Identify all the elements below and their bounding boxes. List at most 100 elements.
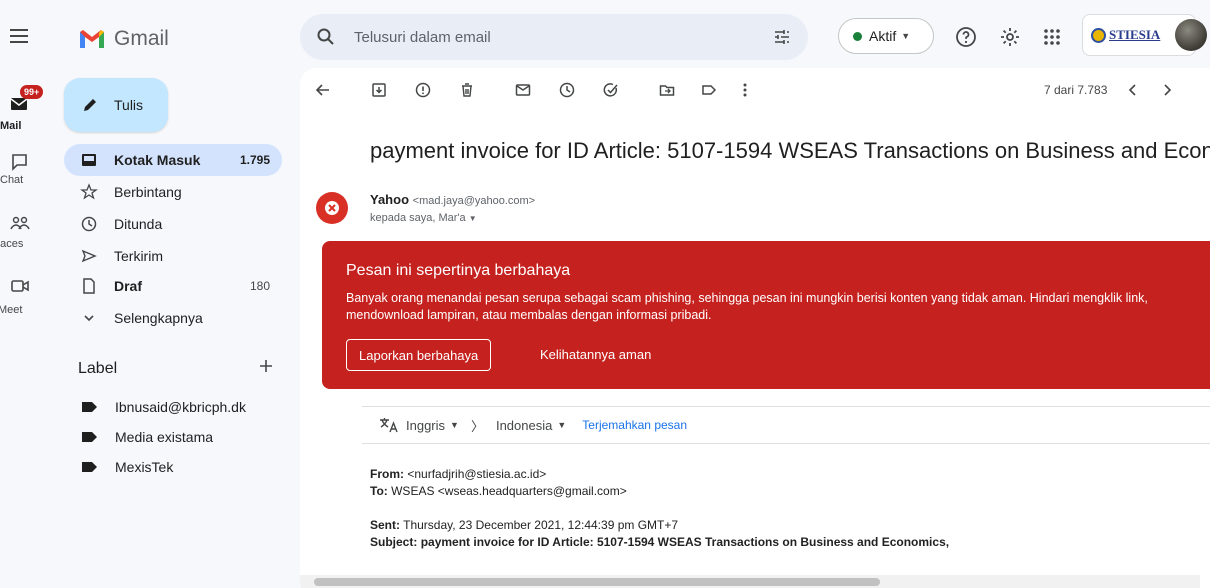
pencil-icon	[84, 99, 96, 111]
add-label-icon[interactable]	[258, 358, 274, 374]
sender-line: Yahoo <mad.jaya@yahoo.com>	[370, 192, 535, 207]
chevron-right-icon[interactable]	[1158, 81, 1176, 99]
warning-title: Pesan ini sepertinya berbahaya	[346, 262, 571, 279]
chat-icon	[9, 152, 31, 172]
target-language-select[interactable]: Indonesia	[496, 418, 552, 433]
apps-grid-icon[interactable]	[1040, 25, 1064, 49]
rail-chat[interactable]: Chat	[0, 152, 44, 192]
report-spam-icon[interactable]	[414, 81, 432, 99]
spaces-icon	[9, 214, 31, 234]
nav-item-sent[interactable]: Terkirim	[64, 240, 282, 272]
to-value: WSEAS <wseas.headquarters@gmail.com>	[391, 484, 627, 498]
meet-icon	[9, 276, 31, 296]
label-tag-icon	[82, 462, 97, 472]
logo-text: Gmail	[114, 27, 169, 50]
close-circle-icon	[325, 201, 339, 215]
gmail-logo[interactable]: Gmail	[78, 24, 169, 54]
app-rail: Mail 99+ Chat paces Meet	[0, 0, 44, 588]
horizontal-scrollbar[interactable]	[300, 575, 1200, 588]
message-panel: 7 dari 7.783 payment invoice for ID Arti…	[300, 68, 1210, 588]
nav-item-starred[interactable]: Berbintang	[64, 176, 282, 208]
label-item[interactable]: Media existama	[64, 422, 282, 452]
nav-item-label: Kotak Masuk	[114, 152, 201, 168]
from-line: From: <nurfadjrih@stiesia.ac.id>	[370, 466, 949, 483]
warning-body: Banyak orang menandai pesan serupa sebag…	[346, 291, 1148, 322]
nav-item-label: Selengkapnya	[114, 310, 203, 326]
nav-item-label: Draf	[114, 278, 143, 294]
to-label: To:	[370, 484, 388, 498]
active-status-dot	[853, 31, 862, 41]
chevron-left-icon[interactable]	[1124, 81, 1142, 99]
gmail-m-icon	[80, 30, 104, 48]
search-input[interactable]	[354, 26, 734, 48]
more-vertical-icon[interactable]	[736, 81, 754, 99]
caret-down-icon: ▼	[557, 420, 567, 430]
add-task-icon[interactable]	[602, 81, 620, 99]
caret-down-icon: ▼	[901, 31, 911, 41]
pagination-text: 7 dari 7.783	[1044, 83, 1108, 97]
compose-button[interactable]: Tulis	[64, 78, 168, 132]
translate-bar: Inggris ▼ 〉 Indonesia ▼ Terjemahkan pesa…	[362, 406, 1210, 444]
nav-item-label: Ditunda	[114, 216, 163, 232]
chevron-right-icon: 〉	[470, 418, 484, 434]
label-icon[interactable]	[700, 81, 718, 99]
label-item[interactable]: Ibnusaid@kbricph.dk	[64, 392, 282, 422]
horizontal-scroll-thumb[interactable]	[314, 578, 880, 586]
delete-icon[interactable]	[458, 81, 476, 99]
recipient-dropdown[interactable]: kepada saya, Mar'a ▼	[370, 212, 477, 224]
message-subject: payment invoice for ID Article: 5107-159…	[370, 138, 1210, 163]
labels-heading: Label	[78, 360, 118, 377]
search-options-icon[interactable]	[772, 27, 792, 47]
account-avatar[interactable]	[1175, 19, 1207, 51]
unread-badge: 99+	[20, 85, 44, 99]
main-menu-icon[interactable]	[8, 26, 30, 46]
organization-name: STIESIA	[1109, 27, 1161, 42]
nav-item-snoozed[interactable]: Ditunda	[64, 208, 282, 240]
move-to-icon[interactable]	[658, 81, 676, 99]
translate-icon	[380, 418, 398, 433]
looks-safe-link[interactable]: Kelihatannya aman	[540, 347, 651, 362]
chevron-down-icon	[80, 309, 98, 327]
nav-item-drafts[interactable]: Draf 180	[64, 270, 282, 302]
phishing-warning-banner: Pesan ini sepertinya berbahaya Banyak or…	[322, 241, 1210, 389]
nav-item-label: Berbintang	[114, 184, 182, 200]
to-line: To: WSEAS <wseas.headquarters@gmail.com>	[370, 483, 949, 500]
search-icon[interactable]	[316, 27, 336, 47]
clock-icon	[80, 215, 98, 233]
draft-count: 180	[249, 279, 270, 293]
subject-value: payment invoice for ID Article: 5107-159…	[420, 535, 950, 549]
label-item[interactable]: MexisTek	[64, 452, 282, 482]
help-icon[interactable]	[954, 25, 978, 49]
label-tag-icon	[82, 432, 97, 442]
rail-chat-label: Chat	[0, 174, 24, 186]
compose-label: Tulis	[114, 97, 144, 113]
report-dangerous-button[interactable]: Laporkan berbahaya	[346, 339, 492, 371]
translate-message-link[interactable]: Terjemahkan pesan	[582, 418, 687, 432]
rail-meet[interactable]: Meet	[0, 276, 44, 316]
subject-line: Subject: payment invoice for ID Article:…	[370, 534, 949, 551]
send-icon	[80, 247, 98, 265]
rail-meet-label: Meet	[0, 304, 23, 316]
sent-value: Thursday, 23 December 2021, 12:44:39 pm …	[403, 518, 679, 532]
sender-avatar-warning	[316, 192, 348, 224]
mark-unread-icon[interactable]	[514, 81, 532, 99]
snooze-clock-icon[interactable]	[558, 81, 576, 99]
back-arrow-icon[interactable]	[314, 81, 332, 99]
status-label: Aktif	[869, 28, 897, 44]
subject-label: Subject:	[370, 535, 418, 549]
rail-mail-label: Mail	[0, 120, 22, 132]
label-name: MexisTek	[115, 459, 174, 475]
from-value: <nurfadjrih@stiesia.ac.id>	[407, 467, 547, 481]
nav-item-inbox[interactable]: Kotak Masuk 1.795	[64, 144, 282, 176]
archive-icon[interactable]	[370, 81, 388, 99]
from-label: From:	[370, 467, 404, 481]
nav-item-more[interactable]: Selengkapnya	[64, 302, 282, 334]
rail-spaces[interactable]: paces	[0, 214, 44, 254]
label-tag-icon	[82, 402, 97, 412]
search-bar[interactable]	[300, 14, 808, 60]
status-dropdown[interactable]: Aktif ▼	[838, 18, 934, 54]
source-language-select[interactable]: Inggris	[406, 418, 445, 433]
settings-gear-icon[interactable]	[998, 25, 1022, 49]
rail-spaces-label: paces	[0, 238, 24, 250]
sent-line: Sent: Thursday, 23 December 2021, 12:44:…	[370, 517, 949, 534]
